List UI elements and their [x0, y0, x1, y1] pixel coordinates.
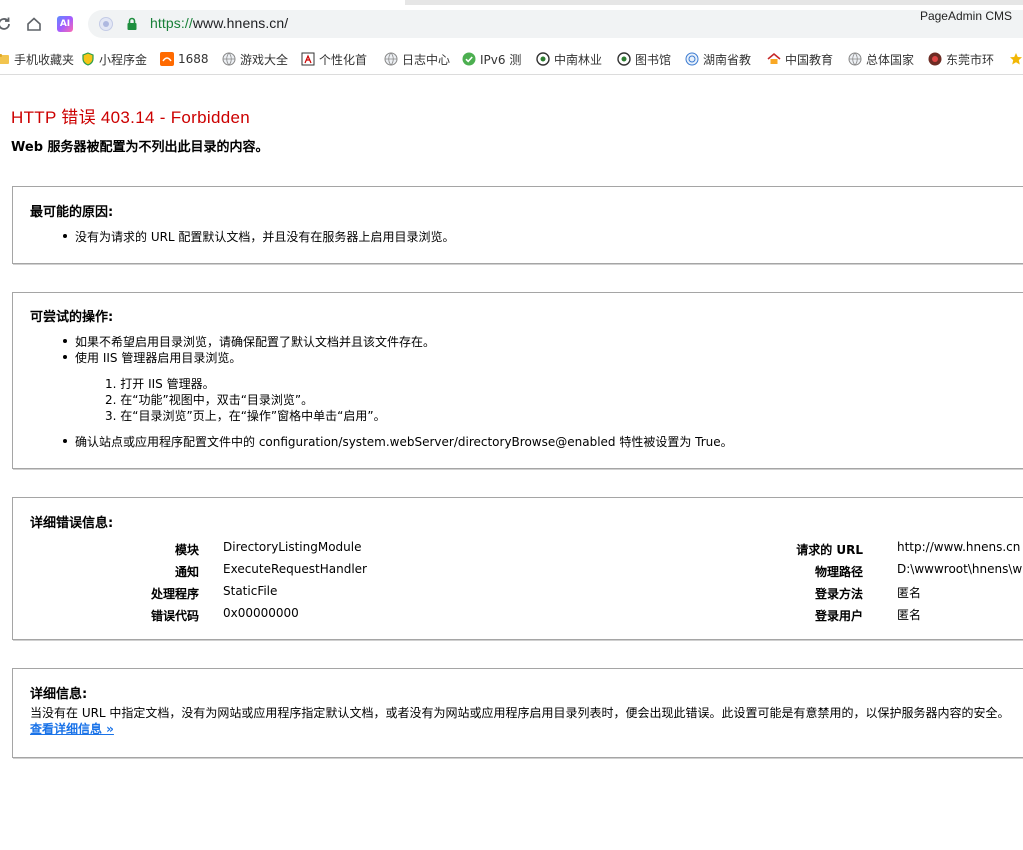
- physical-path-label: 物理路径: [814, 565, 863, 579]
- seal-icon: [685, 52, 699, 66]
- error-code-label: 错误代码: [150, 609, 199, 623]
- detailed-error-heading: 详细错误信息:: [30, 516, 114, 531]
- lock-icon: [124, 16, 140, 32]
- globe-icon: [222, 52, 236, 66]
- folder-icon: [0, 54, 9, 64]
- url-scheme: https://: [150, 15, 193, 31]
- action-step: 2. 在“功能”视图中，双击“目录浏览”。: [105, 393, 314, 407]
- error-page: HTTP 错误 403.14 - Forbidden Web 服务器被配置为不列…: [0, 75, 1023, 850]
- bookmark-item[interactable]: 日志中心: [384, 50, 459, 68]
- bookmark-label: 总体国家: [866, 52, 915, 67]
- bookmark-item[interactable]: 小程序金: [81, 50, 151, 68]
- star-icon: [1010, 53, 1022, 65]
- figure-icon: [301, 52, 315, 66]
- house-icon: [767, 52, 781, 64]
- check-circle-icon: [462, 52, 476, 66]
- browser-toolbar: AI https://www.hnens.cn/ PageAdmin CMS: [0, 0, 1023, 44]
- bookmark-label: 湖南省教: [703, 52, 752, 67]
- logon-user-value: 匿名: [897, 608, 922, 622]
- reload-icon[interactable]: [0, 14, 14, 34]
- bookmark-label: IPv6 测: [480, 52, 522, 67]
- shield-icon: [82, 52, 94, 66]
- actions-box: 可尝试的操作: 如果不希望启用目录浏览，请确保配置了默认文档并且该文件存在。 使…: [12, 292, 1023, 469]
- action-step: 3. 在“目录浏览”页上，在“操作”窗格中单击“启用”。: [105, 409, 386, 423]
- url-text[interactable]: https://www.hnens.cn/: [150, 15, 288, 31]
- more-info-link[interactable]: 查看详细信息 »: [30, 720, 114, 737]
- ai-badge: AI: [57, 16, 73, 32]
- bookmark-label: 中南林业: [554, 52, 603, 67]
- ai-assistant-button[interactable]: AI: [55, 14, 75, 34]
- bookmark-item[interactable]: 1688: [160, 50, 220, 68]
- bookmark-label: 个性化首: [319, 52, 368, 67]
- bookmark-item[interactable]: 个性化首: [301, 50, 381, 68]
- error-title: HTTP 错误 403.14 - Forbidden: [11, 108, 250, 127]
- site-info-icon[interactable]: [98, 16, 114, 32]
- actions-heading: 可尝试的操作:: [30, 310, 114, 325]
- bookmark-label: 小程序金: [99, 52, 148, 67]
- address-bar[interactable]: https://www.hnens.cn/: [88, 10, 1023, 38]
- causes-heading: 最可能的原因:: [30, 205, 114, 220]
- bookmark-item[interactable]: 图书馆: [617, 50, 682, 68]
- handler-label: 处理程序: [150, 587, 199, 601]
- badge-icon: [928, 52, 942, 66]
- bookmark-label: 中国教育: [785, 52, 834, 67]
- active-tab[interactable]: [0, 0, 405, 5]
- module-label: 模块: [174, 543, 199, 557]
- bookmark-item[interactable]: 湖南省教: [685, 50, 763, 68]
- bookmark-item[interactable]: 中南林业: [536, 50, 614, 68]
- bookmark-label: 图书馆: [635, 52, 672, 67]
- bookmark-item[interactable]: 东莞市环: [928, 50, 1004, 68]
- bookmark-label: 1688: [178, 52, 209, 66]
- bookmark-label: 日志中心: [402, 52, 451, 67]
- physical-path-value: D:\wwwroot\hnens\w: [897, 562, 1023, 576]
- cms-label: PageAdmin CMS: [919, 9, 1012, 23]
- logon-user-label: 登录用户: [814, 609, 863, 623]
- action-item: 如果不希望启用目录浏览，请确保配置了默认文档并且该文件存在。: [62, 335, 436, 349]
- action-item: 确认站点或应用程序配置文件中的 configuration/system.web…: [63, 435, 733, 449]
- bookmark-label: 游戏大全: [240, 52, 289, 67]
- bookmark-item[interactable]: IPv6 测: [462, 50, 532, 68]
- error-subtitle: Web 服务器被配置为不列出此目录的内容。: [11, 140, 269, 155]
- bookmarks-bar: 手机收藏夹 小程序金 1688 游戏大全 个性化首 日志中心 IPv6 测 中南林业 图书馆 湖南…: [0, 44, 1023, 75]
- requested-url-value: http://www.hnens.cn: [897, 540, 1021, 554]
- module-value: DirectoryListingModule: [223, 540, 362, 554]
- bookmark-item[interactable]: 游戏大全: [222, 50, 297, 68]
- emblem-icon: [536, 52, 550, 66]
- error-code-value: 0x00000000: [223, 606, 299, 620]
- emblem-icon: [617, 52, 631, 66]
- more-info-box: 详细信息: 当没有在 URL 中指定文档，没有为网站或应用程序指定默认文档，或者…: [12, 668, 1023, 758]
- notification-value: ExecuteRequestHandler: [223, 562, 367, 576]
- cause-item: 没有为请求的 URL 配置默认文档，并且没有在服务器上启用目录浏览。: [62, 230, 455, 244]
- globe-icon: [384, 52, 398, 66]
- more-info-text: 当没有在 URL 中指定文档，没有为网站或应用程序指定默认文档，或者没有为网站或…: [30, 706, 1010, 720]
- home-icon[interactable]: [24, 14, 44, 34]
- more-info-heading: 详细信息:: [30, 687, 88, 702]
- bookmark-item[interactable]: 总体国家: [848, 50, 924, 68]
- action-step: 1. 打开 IIS 管理器。: [105, 377, 215, 391]
- logon-method-value: 匿名: [897, 586, 922, 600]
- bookmark-item[interactable]: [1009, 50, 1023, 68]
- requested-url-label: 请求的 URL: [796, 543, 863, 557]
- handler-value: StaticFile: [223, 584, 278, 598]
- tab-strip: [0, 0, 1023, 5]
- causes-box: 最可能的原因: 没有为请求的 URL 配置默认文档，并且没有在服务器上启用目录浏…: [12, 186, 1023, 264]
- url-host: www.hnens.cn/: [192, 15, 289, 31]
- logon-method-label: 登录方法: [814, 587, 863, 601]
- globe-icon: [848, 52, 862, 66]
- bookmark-item[interactable]: 手机收藏夹: [0, 50, 76, 68]
- action-item: 使用 IIS 管理器启用目录浏览。: [62, 351, 242, 365]
- notification-label: 通知: [174, 565, 199, 579]
- bookmark-label: 手机收藏夹: [14, 52, 75, 67]
- bookmark-label: 东莞市环: [946, 52, 995, 67]
- 1688-logo-icon: [160, 52, 174, 66]
- bookmark-item[interactable]: 中国教育: [767, 50, 845, 68]
- detailed-error-box: 详细错误信息: 模块 DirectoryListingModule 通知 Exe…: [12, 497, 1023, 640]
